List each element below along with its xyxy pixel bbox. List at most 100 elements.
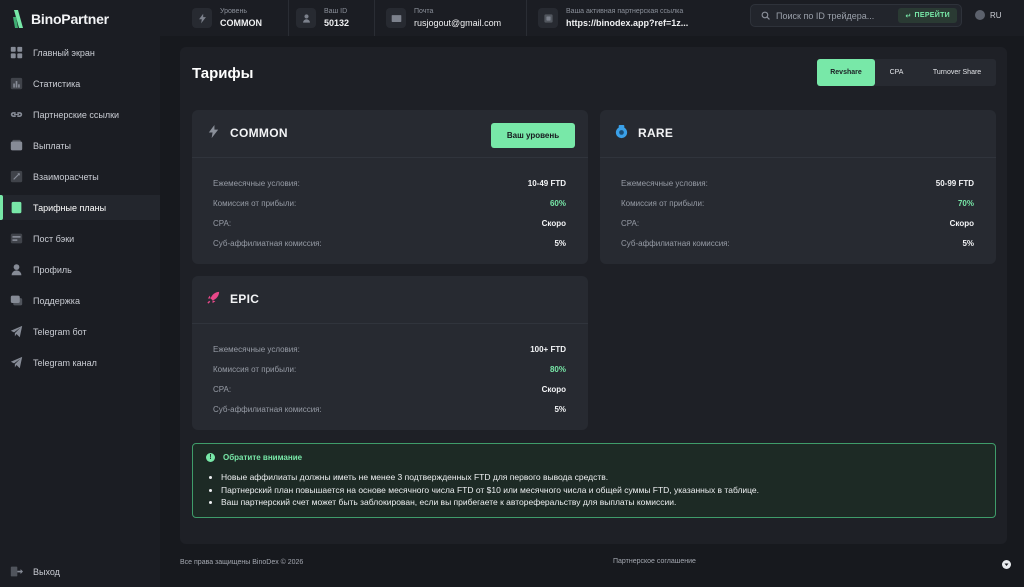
plan-conditions: Ежемесячные условия: 10-49 FTD Комиссия о… xyxy=(213,173,566,253)
sidebar-item-label: Статистика xyxy=(33,78,81,89)
sidebar-item-postbacks[interactable]: Пост бэки xyxy=(0,226,160,251)
sidebar-item-home[interactable]: Главный экран xyxy=(0,40,160,65)
condition-row: CPA: Скоро xyxy=(621,218,974,228)
logo[interactable]: BinoPartner xyxy=(12,9,109,29)
header-divider xyxy=(374,0,375,36)
condition-row: Комиссия от прибыли: 80% xyxy=(213,364,566,374)
language-value: RU xyxy=(990,10,1002,20)
notice-item: Партнерский план повышается на основе ме… xyxy=(221,484,759,497)
level-label: Уровень xyxy=(220,8,247,15)
notice-title: ! Обратите внимание xyxy=(206,453,302,462)
sidebar-item-settlements[interactable]: Взаиморасчеты xyxy=(0,164,160,189)
ref-link-label: Ваша активная партнерская ссылка xyxy=(566,8,684,15)
id-value[interactable]: 50132 xyxy=(324,18,349,28)
sidebar-item-support[interactable]: Поддержка xyxy=(0,288,160,313)
sidebar-item-statistics[interactable]: Статистика xyxy=(0,71,160,96)
mail-icon xyxy=(386,8,406,28)
condition-row: Суб-аффилиатная комиссия: 5% xyxy=(213,404,566,414)
sidebar: BinoPartner Главный экран Статистика Пар… xyxy=(0,0,160,587)
header-divider xyxy=(526,0,527,36)
wallet-icon xyxy=(10,139,23,152)
sidebar-item-label: Тарифные планы xyxy=(33,202,107,213)
tab-cpa[interactable]: CPA xyxy=(875,59,918,86)
id-label: Ваш ID xyxy=(324,8,348,15)
plan-card-common: COMMON Ваш уровень Ежемесячные условия: 1… xyxy=(192,110,588,264)
telegram-icon xyxy=(10,325,23,338)
plan-conditions: Ежемесячные условия: 50-99 FTD Комиссия о… xyxy=(621,173,974,253)
plan-name: COMMON xyxy=(230,126,288,140)
logo-mark-icon xyxy=(13,10,23,28)
trader-search-input[interactable] xyxy=(776,10,896,21)
link-icon[interactable] xyxy=(538,8,558,28)
sidebar-item-links[interactable]: Партнерские ссылки xyxy=(0,102,160,127)
bolt-icon xyxy=(192,8,212,28)
support-icon xyxy=(10,294,23,307)
partner-agreement-link[interactable]: Партнерское соглашение xyxy=(613,558,696,565)
sidebar-item-label: Telegram канал xyxy=(33,357,97,368)
plan-card-header: RARE xyxy=(600,110,996,158)
postback-icon xyxy=(10,232,23,245)
sidebar-item-telegram-channel[interactable]: Telegram канал xyxy=(0,350,160,375)
plan-conditions: Ежемесячные условия: 100+ FTD Комиссия от… xyxy=(213,339,566,419)
telegram-icon xyxy=(10,356,23,369)
condition-row: Ежемесячные условия: 100+ FTD xyxy=(213,344,566,354)
header-ref-link: Ваша активная партнерская ссылка https:/… xyxy=(538,0,688,36)
bolt-icon xyxy=(208,124,219,139)
tab-revshare[interactable]: Revshare xyxy=(817,59,875,86)
plan-card-header: EPIC xyxy=(192,276,588,324)
logout-icon xyxy=(10,566,23,577)
transfer-icon xyxy=(10,170,23,183)
sidebar-item-label: Выплаты xyxy=(33,140,71,151)
main-panel: Тарифы Revshare CPA Turnover Share COMMO… xyxy=(180,47,1007,544)
notice-box: ! Обратите внимание Новые аффилиаты долж… xyxy=(192,443,996,518)
language-selector[interactable]: RU xyxy=(975,10,1002,20)
chevron-down-icon xyxy=(1004,563,1009,566)
plan-card-rare: RARE Ежемесячные условия: 50-99 FTD Комис… xyxy=(600,110,996,264)
search-icon xyxy=(761,11,770,20)
notice-item: Новые аффилиаты должны иметь не менее 3 … xyxy=(221,471,759,484)
your-level-button[interactable]: Ваш уровень xyxy=(491,123,575,148)
header-id: Ваш ID 50132 xyxy=(296,0,349,36)
id-card-icon xyxy=(296,8,316,28)
sidebar-item-tariffs[interactable]: Тарифные планы xyxy=(0,195,160,220)
condition-row: Ежемесячные условия: 10-49 FTD xyxy=(213,178,566,188)
sidebar-item-label: Партнерские ссылки xyxy=(33,109,120,120)
top-header: Уровень COMMON Ваш ID 50132 Почта rusjog… xyxy=(160,0,1024,36)
plan-type-tabs: Revshare CPA Turnover Share xyxy=(817,59,996,86)
condition-row: CPA: Скоро xyxy=(213,384,566,394)
plan-card-header: COMMON Ваш уровень xyxy=(192,110,588,158)
user-icon xyxy=(10,263,23,276)
info-icon: ! xyxy=(206,453,215,462)
page-title: Тарифы xyxy=(192,65,254,82)
globe-icon xyxy=(975,10,985,20)
ref-link-value[interactable]: https://binodex.app?ref=1z... xyxy=(566,18,688,28)
header-level: Уровень COMMON xyxy=(192,0,262,36)
header-divider xyxy=(288,0,289,36)
go-button[interactable]: ↵ ПЕРЕЙТИ xyxy=(898,8,957,23)
sidebar-item-telegram-bot[interactable]: Telegram бот xyxy=(0,319,160,344)
gem-icon xyxy=(615,124,628,139)
condition-row: Суб-аффилиатная комиссия: 5% xyxy=(213,238,566,248)
email-value: rusjogout@gmail.com xyxy=(414,18,502,28)
sidebar-item-label: Профиль xyxy=(33,264,72,275)
rocket-icon xyxy=(207,291,220,304)
tab-turnover-share[interactable]: Turnover Share xyxy=(918,59,996,86)
logout-button[interactable]: Выход xyxy=(10,565,60,578)
sidebar-item-label: Telegram бот xyxy=(33,326,87,337)
sidebar-item-label: Взаиморасчеты xyxy=(33,171,99,182)
link-icon xyxy=(10,108,23,121)
sidebar-nav: Главный экран Статистика Партнерские ссы… xyxy=(0,40,160,381)
arrow-icon: ↵ xyxy=(905,12,912,20)
sidebar-item-label: Поддержка xyxy=(33,295,80,306)
condition-row: CPA: Скоро xyxy=(213,218,566,228)
condition-row: Комиссия от прибыли: 70% xyxy=(621,198,974,208)
condition-row: Комиссия от прибыли: 60% xyxy=(213,198,566,208)
logout-label: Выход xyxy=(33,566,60,577)
scroll-down-button[interactable] xyxy=(1002,560,1011,569)
sidebar-item-payouts[interactable]: Выплаты xyxy=(0,133,160,158)
footer-copyright: Все права защищены BinoDex © 2026 xyxy=(180,559,304,566)
sidebar-item-profile[interactable]: Профиль xyxy=(0,257,160,282)
notice-list: Новые аффилиаты должны иметь не менее 3 … xyxy=(221,471,759,509)
sidebar-item-label: Пост бэки xyxy=(33,233,75,244)
tariff-icon xyxy=(10,201,23,214)
